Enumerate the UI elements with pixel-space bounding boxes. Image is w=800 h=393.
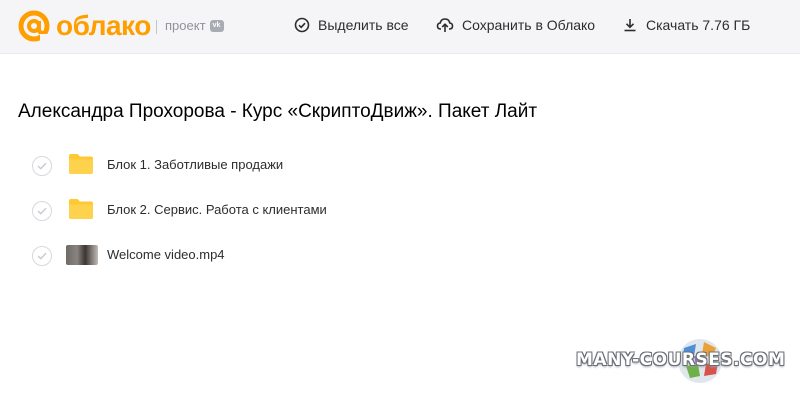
list-item[interactable]: Блок 1. Заботливые продажи	[32, 143, 732, 188]
row-checkbox[interactable]	[32, 245, 52, 266]
check-circle-icon	[294, 17, 310, 33]
list-item[interactable]: Welcome video.mp4	[32, 233, 732, 278]
cloud-upload-icon	[436, 18, 454, 32]
list-item[interactable]: Блок 2. Сервис. Работа с клиентами	[32, 188, 732, 233]
row-checkbox[interactable]	[32, 200, 52, 221]
video-thumbnail	[66, 245, 98, 265]
top-bar: облако проект vk Выделить все Сохранить …	[0, 0, 800, 54]
folder-icon	[69, 199, 93, 219]
vk-icon: vk	[209, 19, 224, 32]
watermark: MANY-COURSES.COM	[576, 336, 800, 386]
download-icon	[624, 19, 636, 32]
file-name[interactable]: Блок 2. Сервис. Работа с клиентами	[107, 202, 327, 217]
row-checkbox[interactable]	[32, 155, 52, 176]
download-button[interactable]: Скачать 7.76 ГБ	[622, 17, 750, 33]
checkmark-icon	[37, 252, 47, 260]
folder-icon	[69, 154, 93, 174]
download-label: Скачать 7.76 ГБ	[646, 17, 751, 33]
watermark-text: MANY-COURSES.COM	[576, 350, 786, 370]
save-to-cloud-label: Сохранить в Облако	[462, 17, 596, 33]
project-label: проект vk	[165, 18, 224, 33]
save-to-cloud-button[interactable]: Сохранить в Облако	[436, 17, 595, 33]
file-name[interactable]: Блок 1. Заботливые продажи	[107, 157, 283, 172]
at-sign-logo-icon	[18, 10, 50, 42]
project-text: проект	[165, 18, 206, 33]
select-all-label: Выделить все	[318, 17, 409, 33]
select-all-button[interactable]: Выделить все	[294, 17, 409, 33]
checkmark-icon	[37, 162, 47, 170]
file-name[interactable]: Welcome video.mp4	[107, 247, 225, 262]
logo-text: облако	[56, 10, 151, 41]
logo-divider	[156, 20, 157, 34]
page-title: Александра Прохорова - Курс «СкриптоДвиж…	[18, 100, 538, 122]
cloud-logo[interactable]: облако	[18, 10, 151, 42]
checkmark-icon	[37, 207, 47, 215]
file-list: Блок 1. Заботливые продажи Блок 2. Серви…	[32, 143, 732, 278]
